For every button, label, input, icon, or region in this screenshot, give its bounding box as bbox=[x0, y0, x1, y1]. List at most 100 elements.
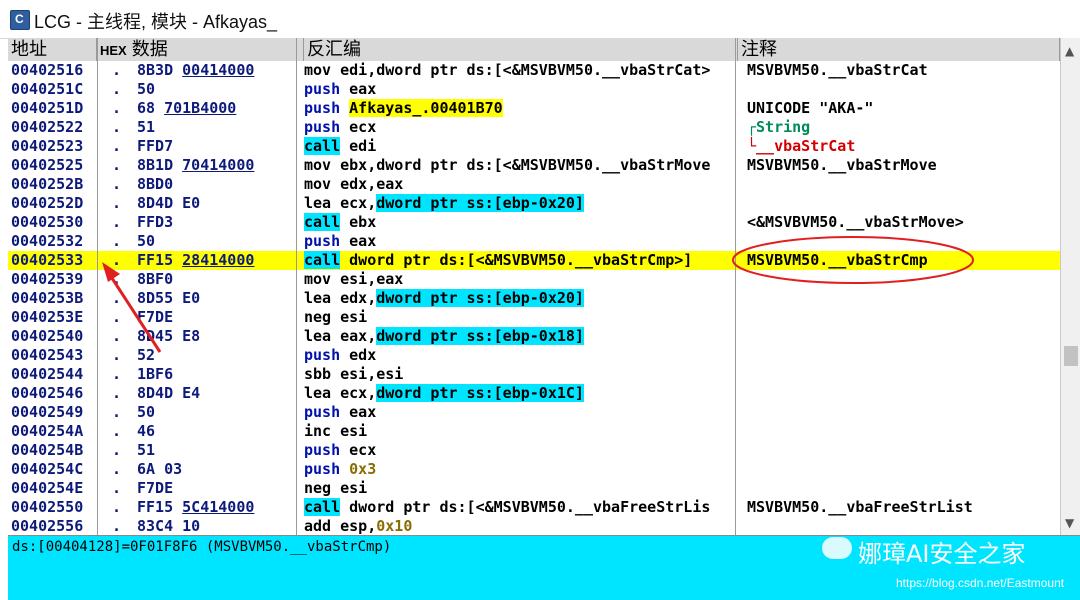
address-cell: 0040253E bbox=[11, 308, 84, 326]
column-header-comment[interactable]: 注释 bbox=[738, 38, 1060, 61]
hex-tag-label: HEX bbox=[100, 43, 127, 58]
instruction-row[interactable]: 00402523. FFD7 call edi └__vbaStrCat bbox=[8, 137, 1060, 156]
address-cell: 0040251C bbox=[11, 80, 84, 98]
jump-marker: . bbox=[112, 175, 122, 193]
window-title: LCG - 主线程, 模块 - Afkayas_ bbox=[34, 12, 278, 32]
address-cell: 0040254E bbox=[11, 479, 84, 497]
disasm-cell: push eax bbox=[304, 232, 377, 250]
scrollbar-thumb[interactable] bbox=[1064, 346, 1078, 366]
hex-cell: 8B3D 00414000 bbox=[137, 61, 255, 79]
hex-cell: F7DE bbox=[137, 479, 174, 497]
instruction-row[interactable]: 0040253E. F7DE neg esi bbox=[8, 308, 1060, 327]
instruction-row[interactable]: 00402543. 52 push edx bbox=[8, 346, 1060, 365]
instruction-row[interactable]: 00402516. 8B3D 00414000 mov edi,dword ptr … bbox=[8, 61, 1060, 80]
jump-marker: . bbox=[112, 460, 122, 478]
jump-marker: . bbox=[112, 99, 122, 117]
hex-cell: FFD3 bbox=[137, 213, 174, 231]
address-cell: 00402544 bbox=[11, 365, 84, 383]
jump-marker: . bbox=[112, 270, 122, 288]
instruction-row[interactable]: 0040254B. 51 push ecx bbox=[8, 441, 1060, 460]
instruction-row[interactable]: 00402530. FFD3 call ebx <&MSVBVM50.__vbaStr… bbox=[8, 213, 1060, 232]
address-cell: 00402550 bbox=[11, 498, 84, 516]
hex-cell: 8D55 E0 bbox=[137, 289, 201, 307]
hex-cell: 8B1D 70414000 bbox=[137, 156, 255, 174]
instruction-row[interactable]: 00402549. 50 push eax bbox=[8, 403, 1060, 422]
instruction-row[interactable]: 00402522. 51 push ecx ┌String bbox=[8, 118, 1060, 137]
comment-cell: <&MSVBVM50.__vbaStrMove> bbox=[747, 213, 964, 231]
address-cell: 00402530 bbox=[11, 213, 84, 231]
instruction-row[interactable]: 0040254E. F7DE neg esi bbox=[8, 479, 1060, 498]
disassembly-grid[interactable]: 00402516. 8B3D 00414000 mov edi,dword ptr … bbox=[8, 61, 1060, 535]
comment-cell: MSVBVM50.__vbaStrCat bbox=[747, 61, 928, 79]
instruction-row[interactable]: 00402546. 8D4D E4 lea ecx,dword ptr ss:[eb… bbox=[8, 384, 1060, 403]
hex-cell: 50 bbox=[137, 232, 156, 250]
disasm-cell: neg esi bbox=[304, 479, 368, 497]
jump-marker: . bbox=[112, 384, 122, 402]
disasm-cell: call ebx bbox=[304, 213, 377, 231]
instruction-row[interactable]: 00402532. 50 push eax bbox=[8, 232, 1060, 251]
hex-cell: 50 bbox=[137, 80, 156, 98]
hex-label: 数据 bbox=[131, 39, 168, 59]
vertical-scrollbar[interactable]: ▲ ▼ bbox=[1060, 38, 1080, 535]
selected-instruction-row[interactable]: 00402533. FF15 28414000 call dword ptr ds:… bbox=[8, 251, 1060, 270]
disasm-cell: lea ecx,dword ptr ss:[ebp-0x20] bbox=[304, 194, 584, 212]
disasm-cell: push edx bbox=[304, 346, 377, 364]
instruction-row[interactable]: 0040254A. 46 inc esi bbox=[8, 422, 1060, 441]
instruction-row[interactable]: 0040251C. 50 push eax bbox=[8, 80, 1060, 99]
instruction-row[interactable]: 00402544. 1BF6 sbb esi,esi bbox=[8, 365, 1060, 384]
disasm-cell: mov ebx,dword ptr ds:[<&MSVBVM50.__vbaSt… bbox=[304, 156, 711, 174]
instruction-row[interactable]: 0040253B. 8D55 E0 lea edx,dword ptr ss:[eb… bbox=[8, 289, 1060, 308]
instruction-row[interactable]: 0040254C. 6A 03 push 0x3 bbox=[8, 460, 1060, 479]
comment-cell: UNICODE "AKA-" bbox=[747, 99, 874, 117]
address-cell: 00402533 bbox=[11, 251, 84, 269]
jump-marker: . bbox=[112, 156, 122, 174]
disasm-cell: push eax bbox=[304, 403, 377, 421]
debugger-window: LCG - 主线程, 模块 - Afkayas_ 地址 HEX 数据 反汇编 注… bbox=[0, 0, 1080, 600]
hex-cell: F7DE bbox=[137, 308, 174, 326]
scroll-up-arrow-icon[interactable]: ▲ bbox=[1065, 44, 1074, 58]
comment-cell: ┌String bbox=[747, 118, 811, 136]
hex-cell: 8D4D E0 bbox=[137, 194, 201, 212]
address-cell: 00402523 bbox=[11, 137, 84, 155]
disasm-cell: mov esi,eax bbox=[304, 270, 404, 288]
instruction-row[interactable]: 0040252B. 8BD0 mov edx,eax bbox=[8, 175, 1060, 194]
address-cell: 00402549 bbox=[11, 403, 84, 421]
instruction-row[interactable]: 0040251D. 68 701B4000 push Afkayas_.00401B… bbox=[8, 99, 1060, 118]
comment-cell: MSVBVM50.__vbaStrCmp bbox=[747, 251, 928, 269]
disasm-cell: mov edx,eax bbox=[304, 175, 404, 193]
hex-cell: 8D4D E4 bbox=[137, 384, 201, 402]
hex-cell: 52 bbox=[137, 346, 156, 364]
instruction-row[interactable]: 00402525. 8B1D 70414000 mov ebx,dword ptr … bbox=[8, 156, 1060, 175]
instruction-row[interactable]: 0040252D. 8D4D E0 lea ecx,dword ptr ss:[eb… bbox=[8, 194, 1060, 213]
column-header-row: 地址 HEX 数据 反汇编 注释 bbox=[8, 38, 1060, 62]
address-cell: 0040252B bbox=[11, 175, 84, 193]
title-bar: LCG - 主线程, 模块 - Afkayas_ bbox=[0, 0, 1080, 39]
column-header-address[interactable]: 地址 bbox=[8, 38, 97, 61]
column-divider bbox=[97, 38, 98, 535]
disasm-cell: neg esi bbox=[304, 308, 368, 326]
jump-marker: . bbox=[112, 80, 122, 98]
column-header-disasm[interactable]: 反汇编 bbox=[304, 38, 738, 61]
address-cell: 00402540 bbox=[11, 327, 84, 345]
instruction-row[interactable]: 00402539. 8BF0 mov esi,eax bbox=[8, 270, 1060, 289]
hex-cell: 46 bbox=[137, 422, 156, 440]
jump-marker: . bbox=[112, 61, 122, 79]
instruction-row[interactable]: 00402550. FF15 5C414000 call dword ptr ds:… bbox=[8, 498, 1060, 517]
column-header-hex[interactable]: HEX 数据 bbox=[97, 38, 304, 61]
address-cell: 00402522 bbox=[11, 118, 84, 136]
instruction-row[interactable]: 00402556. 83C4 10 add esp,0x10 bbox=[8, 517, 1060, 535]
scroll-down-arrow-icon[interactable]: ▼ bbox=[1065, 516, 1074, 530]
disasm-cell: lea eax,dword ptr ss:[ebp-0x18] bbox=[304, 327, 584, 345]
jump-marker: . bbox=[112, 308, 122, 326]
jump-marker: . bbox=[112, 289, 122, 307]
instruction-row[interactable]: 00402540. 8D45 E8 lea eax,dword ptr ss:[eb… bbox=[8, 327, 1060, 346]
address-cell: 00402543 bbox=[11, 346, 84, 364]
jump-marker: . bbox=[112, 422, 122, 440]
disasm-cell: call dword ptr ds:[<&MSVBVM50.__vbaStrCm… bbox=[304, 251, 693, 269]
app-icon bbox=[10, 10, 30, 30]
jump-marker: . bbox=[112, 232, 122, 250]
jump-marker: . bbox=[112, 327, 122, 345]
jump-marker: . bbox=[112, 498, 122, 516]
jump-marker: . bbox=[112, 441, 122, 459]
disasm-cell: push ecx bbox=[304, 118, 377, 136]
